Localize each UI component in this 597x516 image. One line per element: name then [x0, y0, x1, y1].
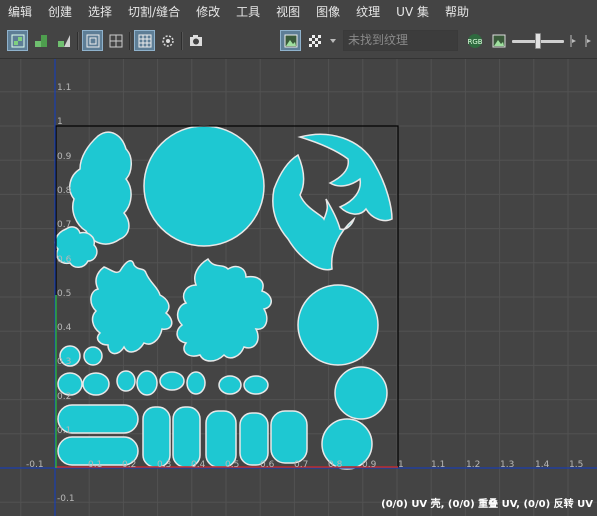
y-tick-label: 0.3 — [57, 357, 71, 367]
slider-handle-icon[interactable] — [568, 30, 578, 51]
x-tick-label: 0.8 — [328, 460, 343, 470]
x-tick-label: 1.2 — [466, 460, 480, 470]
y-tick-label: 1.1 — [57, 83, 71, 93]
texture-field[interactable]: 未找到纹理 — [343, 30, 458, 51]
menu-create[interactable]: 创建 — [40, 0, 80, 25]
y-tick-label: 0.5 — [57, 289, 71, 299]
x-tick-label: 0.9 — [362, 460, 377, 470]
x-tick-label: 0.2 — [122, 460, 136, 470]
x-tick-label: 0.1 — [88, 460, 102, 470]
uv-shell-view-icon[interactable] — [30, 30, 51, 51]
menu-modify[interactable]: 修改 — [188, 0, 228, 25]
y-tick-label: 0.4 — [57, 323, 72, 333]
image-icon[interactable] — [488, 30, 509, 51]
uv-shell — [297, 284, 379, 366]
menu-bar: 编辑 创建 选择 切割/缝合 修改 工具 视图 图像 纹理 UV 集 帮助 — [0, 0, 597, 25]
uv-shell — [186, 371, 206, 395]
menu-view[interactable]: 视图 — [268, 0, 308, 25]
uv-viewport[interactable]: -0.1 0.1 0.2 0.3 0.4 0.5 0.6 0.7 0.8 0.9… — [0, 59, 597, 516]
y-tick-label: 0.6 — [57, 255, 72, 265]
uv-shell — [136, 370, 158, 396]
y-tick-label: 0.8 — [57, 186, 72, 196]
x-tick-label: 1 — [398, 460, 404, 470]
uv-grid-view-icon[interactable] — [7, 30, 28, 51]
x-tick-label: 1.4 — [535, 460, 550, 470]
y-tick-label: 1 — [57, 117, 63, 127]
menu-cut-sew[interactable]: 切割/缝合 — [120, 0, 188, 25]
uv-shell — [142, 406, 171, 468]
uv-shell — [218, 375, 242, 395]
toolbar: 未找到纹理 RGB — [0, 25, 597, 59]
checker-icon[interactable] — [304, 30, 325, 51]
uv-shell — [116, 370, 136, 392]
uv-shell — [82, 372, 110, 396]
y-tick-label: 0.9 — [57, 152, 72, 162]
x-tick-label: 1.5 — [569, 460, 583, 470]
x-tick-label: 0.4 — [191, 460, 206, 470]
uv-shell — [143, 125, 265, 247]
image-display-icon[interactable] — [280, 30, 301, 51]
pixel-grid-icon[interactable] — [134, 30, 155, 51]
x-tick-label: -0.1 — [26, 460, 44, 470]
x-tick-label: 0.7 — [294, 460, 308, 470]
x-tick-label: 0.3 — [157, 460, 171, 470]
menu-textures[interactable]: 纹理 — [348, 0, 388, 25]
x-tick-label: 0.6 — [260, 460, 275, 470]
uv-shell — [239, 412, 269, 466]
uv-status-text: (0/0) UV 壳, (0/0) 重叠 UV, (0/0) 反转 UV — [381, 499, 593, 510]
menu-image[interactable]: 图像 — [308, 0, 348, 25]
uv-shell — [83, 346, 103, 366]
chevron-down-icon[interactable] — [327, 30, 339, 51]
uv-shell — [205, 410, 237, 468]
uv-frame-icon[interactable] — [82, 30, 103, 51]
x-tick-label: 1.3 — [500, 460, 514, 470]
uv-shell — [172, 406, 201, 468]
x-tick-label: 1.1 — [431, 460, 445, 470]
svg-text:RGB: RGB — [467, 38, 482, 46]
uv-shell — [159, 371, 185, 391]
isolate-icon[interactable] — [157, 30, 178, 51]
uv-shell — [270, 410, 308, 464]
menu-uv-sets[interactable]: UV 集 — [388, 0, 437, 25]
menu-help[interactable]: 帮助 — [437, 0, 477, 25]
uv-shell — [334, 366, 388, 420]
menu-select[interactable]: 选择 — [80, 0, 120, 25]
y-tick-label: -0.1 — [57, 494, 75, 504]
menu-edit[interactable]: 编辑 — [0, 0, 40, 25]
y-tick-label: 0.2 — [57, 392, 71, 402]
x-tick-label: 0.5 — [225, 460, 239, 470]
uv-shell — [243, 375, 269, 395]
uv-flip-view-icon[interactable] — [53, 30, 74, 51]
y-tick-label: 0.7 — [57, 220, 71, 230]
exposure-slider-handle[interactable] — [535, 33, 541, 49]
slider-handle-icon[interactable] — [583, 30, 593, 51]
y-tick-label: 0.1 — [57, 426, 71, 436]
rgb-channels-icon[interactable]: RGB — [464, 30, 485, 51]
uv-grid-icon[interactable] — [105, 30, 126, 51]
snapshot-icon[interactable] — [185, 30, 206, 51]
menu-tools[interactable]: 工具 — [228, 0, 268, 25]
